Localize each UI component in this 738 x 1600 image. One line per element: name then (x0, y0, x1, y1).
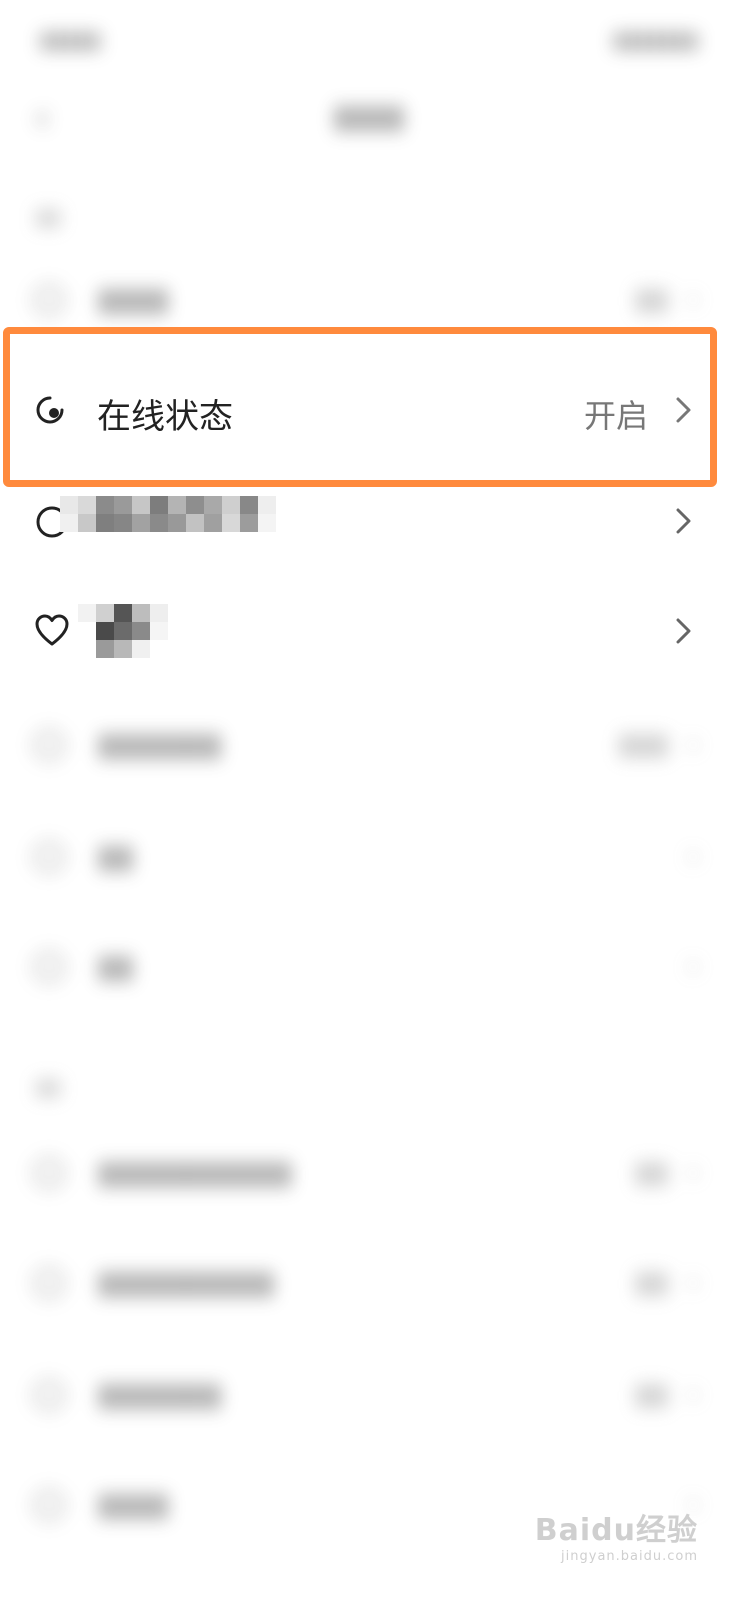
chevron-right-icon: › (686, 724, 700, 764)
settings-row[interactable]: ▮▮▮▮▮▮▮ ▮▮ › (0, 1350, 738, 1440)
pixelated-label (60, 496, 276, 532)
chevron-right-icon: › (686, 1152, 700, 1192)
chevron-right-icon: › (686, 836, 700, 876)
settings-row[interactable]: ▮▮ › (0, 812, 738, 902)
blurred-background: ▮▮▮▮▮ ▮▮▮▮▮▮▮ ‹ ▮▮▮▮ ▮▮ ▮▮▮▮ ▮▮ › ▮▮▮▮▮▮… (0, 0, 738, 1600)
settings-row-pixelated[interactable] (0, 466, 738, 576)
row-icon (34, 1158, 64, 1188)
online-status-value: 开启 (583, 397, 648, 435)
row-icon (34, 730, 64, 760)
row-icon (34, 285, 64, 315)
row-value: ▮▮ (634, 1377, 668, 1412)
row-icon (34, 1490, 64, 1520)
status-bar-right: ▮▮▮▮▮▮▮ (613, 28, 698, 53)
heart-icon (35, 614, 69, 646)
online-status-icon (36, 396, 64, 424)
section-label: ▮▮ (36, 205, 61, 230)
row-icon (34, 952, 64, 982)
chevron-right-icon: › (686, 1374, 700, 1414)
row-label: ▮▮ (98, 837, 134, 875)
settings-row[interactable]: ▮▮▮▮▮▮▮▮▮▮ ▮▮ › (0, 1238, 738, 1328)
chevron-right-icon (676, 397, 691, 423)
pixelated-label (78, 604, 168, 658)
privacy-settings-screen: ▮▮▮▮▮ ▮▮▮▮▮▮▮ ‹ ▮▮▮▮ ▮▮ ▮▮▮▮ ▮▮ › ▮▮▮▮▮▮… (0, 0, 738, 1600)
row-label: ▮▮▮▮▮▮▮▮▮▮ (98, 1263, 275, 1301)
chevron-right-icon: › (686, 946, 700, 986)
row-value: ▮▮ (634, 1155, 668, 1190)
row-icon (34, 1268, 64, 1298)
settings-row-pixelated[interactable] (0, 576, 738, 686)
chevron-right-icon: › (686, 1262, 700, 1302)
row-label: ▮▮▮▮▮▮▮ (98, 725, 222, 763)
row-icon (34, 1380, 64, 1410)
row-label: ▮▮▮▮ (98, 1485, 169, 1523)
online-status-row[interactable]: 在线状态 开启 (0, 335, 738, 485)
settings-row[interactable]: ▮▮ › (0, 922, 738, 1012)
settings-row[interactable]: ▮▮▮▮▮▮▮ ▮▮▮ › (0, 700, 738, 790)
row-value: ▮▮▮ (618, 727, 668, 762)
chevron-right-icon (676, 618, 691, 644)
row-value: ▮▮ (634, 282, 668, 317)
baidu-jingyan-watermark: Baidu经验 jingyan.baidu.com (535, 1505, 698, 1564)
status-bar: ▮▮▮▮▮ ▮▮▮▮▮▮▮ (40, 28, 698, 58)
row-label: ▮▮▮▮ (98, 280, 169, 318)
chevron-right-icon: › (686, 279, 700, 319)
row-label: ▮▮ (98, 947, 134, 985)
row-icon (34, 842, 64, 872)
chevron-right-icon (676, 508, 691, 534)
nav-bar: ‹ ▮▮▮▮ (0, 85, 738, 145)
row-value: ▮▮ (634, 1265, 668, 1300)
status-bar-left: ▮▮▮▮▮ (40, 28, 101, 53)
online-status-label: 在线状态 (97, 397, 233, 437)
settings-row[interactable]: ▮▮▮▮▮▮▮▮▮▮▮ ▮▮ › (0, 1128, 738, 1218)
row-label: ▮▮▮▮▮▮▮ (98, 1375, 222, 1413)
row-label: ▮▮▮▮▮▮▮▮▮▮▮ (98, 1153, 292, 1191)
page-title: ▮▮▮▮ (333, 97, 405, 135)
watermark-brand: Baidu经验 (534, 1513, 698, 1548)
watermark-url: jingyan.baidu.com (561, 1549, 698, 1564)
section-label: ▮▮ (36, 1075, 61, 1100)
